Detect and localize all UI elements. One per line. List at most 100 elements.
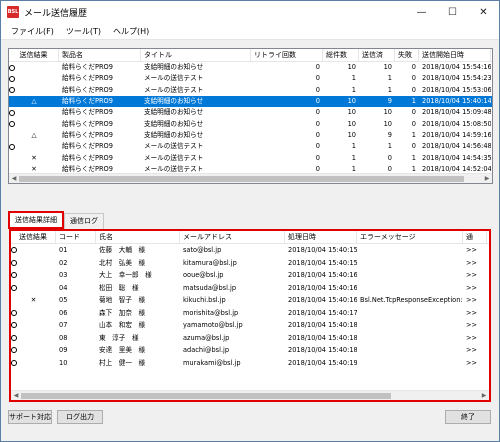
history-cell-product: 給料らくだPRO9 [62, 108, 113, 117]
history-cell-title: 支給明細のお知らせ [144, 130, 204, 139]
history-cell-title: 支給明細のお知らせ [144, 119, 204, 128]
history-cell-total: 10 [347, 130, 356, 139]
scroll-left-icon[interactable]: ◀ [9, 174, 19, 184]
detail-cell-name: 佐藤 大輔 様 [99, 246, 146, 255]
scroll-thumb[interactable] [21, 392, 391, 399]
cross-icon: ✕ [30, 296, 37, 305]
history-col-header[interactable]: リトライ回数 [251, 49, 323, 62]
history-row[interactable]: △ 給料らくだPRO9 支給明細のお知らせ 0 10 9 1 2018/10/04 15:40… [9, 95, 492, 108]
maximize-button[interactable]: ☐ [437, 1, 468, 23]
detail-cell-more[interactable]: >> [463, 357, 487, 369]
tab-send-result-detail[interactable]: 送信結果詳細 [8, 211, 64, 229]
detail-row[interactable]: 07 山本 和宏 様 yamamoto@bsl.jp 2018/10/04 15:40… [11, 319, 489, 332]
detail-row[interactable]: 02 北村 弘美 様 kitamura@bsl.jp 2018/10/04 15:40… [11, 257, 489, 270]
detail-row[interactable]: 03 大上 幸一郎 様 ooue@bsl.jp 2018/10/04 15:40:16… [11, 269, 489, 282]
history-col-header[interactable]: 失敗 [395, 49, 419, 62]
detail-row[interactable]: 08 東 淳子 様 azuma@bsl.jp 2018/10/04 15:40:18 >… [11, 332, 489, 345]
detail-cell-time: 2018/10/04 15:40:19 [288, 358, 357, 367]
history-cell-retry: 0 [315, 97, 320, 106]
history-row[interactable]: 給料らくだPRO9 支給明細のお知らせ 0 10 10 0 2018/10/04 15:09… [9, 107, 492, 118]
circle-icon [9, 121, 59, 128]
detail-cell-name: 村上 健一 様 [99, 358, 146, 367]
minimize-button[interactable]: — [406, 1, 437, 23]
detail-row[interactable]: 06 森下 加奈 様 morishita@bsl.jp 2018/10/04 15:4… [11, 307, 489, 320]
detail-row[interactable]: 10 村上 健一 様 murakami@bsl.jp 2018/10/04 15:40… [11, 357, 489, 370]
detail-row[interactable]: 09 安達 里美 様 adachi@bsl.jp 2018/10/04 15:40:1… [11, 344, 489, 357]
detail-cell-more[interactable]: >> [463, 319, 487, 331]
history-row[interactable]: 給料らくだPRO9 支給明細のお知らせ 0 10 10 0 2018/10/04 15:08… [9, 118, 492, 129]
history-cell-title: メールの送信テスト [144, 74, 204, 83]
scroll-right-icon[interactable]: ▶ [482, 174, 492, 184]
close-button[interactable]: 終了 [445, 410, 491, 424]
history-cell-title: 支給明細のお知らせ [144, 97, 204, 106]
history-cell-sent: 9 [387, 130, 392, 139]
detail-cell-name: 菊地 智子 様 [99, 296, 146, 305]
history-cell-product: 給料らくだPRO9 [62, 130, 113, 139]
detail-cell-name: 東 淳子 様 [99, 333, 139, 342]
detail-cell-more[interactable]: >> [463, 344, 487, 356]
history-col-header[interactable]: 総件数 [323, 49, 359, 62]
detail-col-header[interactable]: コード [56, 231, 96, 244]
history-cell-total: 10 [347, 119, 356, 128]
scroll-left-icon[interactable]: ◀ [11, 391, 21, 401]
detail-row[interactable]: ✕ 05 菊地 智子 様 kikuchi.bsl.jp 2018/10/04 15:40… [11, 294, 489, 307]
history-col-header[interactable]: 製品名 [59, 49, 141, 62]
detail-cell-more[interactable]: >> [463, 257, 487, 269]
history-col-header[interactable]: 送信済 [359, 49, 395, 62]
detail-col-header[interactable]: 通 [463, 231, 487, 244]
detail-cell-more[interactable]: >> [463, 244, 487, 256]
history-cell-fail: 0 [411, 74, 416, 83]
history-cell-title: メールの送信テスト [144, 142, 204, 151]
history-col-header[interactable]: 送信開始日時 [419, 49, 491, 62]
history-row[interactable]: ✕ 給料らくだPRO9 メールの送信テスト 0 1 0 1 2018/10/04 14:54:… [9, 152, 492, 163]
detail-cell-more[interactable]: >> [463, 332, 487, 344]
history-cell-total: 10 [347, 97, 356, 106]
detail-cell-more[interactable]: >> [463, 307, 487, 319]
window-title: メール送信履歴 [24, 8, 88, 19]
history-cell-fail: 1 [411, 97, 416, 106]
history-cell-product: 給料らくだPRO9 [62, 63, 113, 72]
detail-cell-time: 2018/10/04 15:40:16 [288, 271, 357, 280]
detail-hscrollbar[interactable]: ◀ ▶ [11, 390, 489, 400]
detail-cell-more[interactable]: >> [463, 282, 487, 294]
history-cell-total: 1 [351, 153, 356, 162]
detail-cell-email: kikuchi.bsl.jp [183, 296, 226, 305]
detail-cell-name: 松田 聡 様 [99, 283, 139, 292]
history-cell-retry: 0 [315, 63, 320, 72]
cross-icon: ✕ [31, 153, 37, 162]
detail-cell-code: 05 [59, 296, 68, 305]
history-col-header[interactable]: 送信結果 [9, 49, 59, 62]
menu-help[interactable]: ヘルプ(H) [107, 26, 155, 37]
detail-col-header[interactable]: 処理日時 [285, 231, 357, 244]
detail-row[interactable]: 01 佐藤 大輔 様 sato@bsl.jp 2018/10/04 15:40:15 >… [11, 244, 489, 257]
detail-row[interactable]: 04 松田 聡 様 matsuda@bsl.jp 2018/10/04 15:40:1… [11, 282, 489, 295]
detail-cell-time: 2018/10/04 15:40:18 [288, 333, 357, 342]
detail-cell-name: 北村 弘美 様 [99, 258, 146, 267]
log-output-button[interactable]: ログ出力 [57, 410, 103, 424]
history-col-header[interactable]: タイトル [141, 49, 251, 62]
history-row[interactable]: 給料らくだPRO9 支給明細のお知らせ 0 10 10 0 2018/10/04 15:54… [9, 62, 492, 73]
scroll-right-icon[interactable]: ▶ [479, 391, 489, 401]
history-row[interactable]: 給料らくだPRO9 メールの送信テスト 0 1 1 0 2018/10/04 15:54:2… [9, 73, 492, 84]
history-cell-fail: 0 [411, 108, 416, 117]
history-hscrollbar[interactable]: ◀ ▶ [9, 173, 492, 183]
detail-cell-more[interactable]: >> [463, 294, 487, 306]
history-row[interactable]: △ 給料らくだPRO9 支給明細のお知らせ 0 10 9 1 2018/10/04 14:59… [9, 130, 492, 141]
detail-cell-time: 2018/10/04 15:40:15 [288, 246, 357, 255]
scroll-thumb[interactable] [19, 175, 464, 182]
detail-cell-name: 山本 和宏 様 [99, 321, 146, 330]
detail-cell-more[interactable]: >> [463, 269, 487, 281]
history-row[interactable]: 給料らくだPRO9 メールの送信テスト 0 1 1 0 2018/10/04 14:56:4… [9, 141, 492, 152]
close-window-button[interactable]: ✕ [468, 1, 499, 23]
history-cell-title: メールの送信テスト [144, 153, 204, 162]
menu-tools[interactable]: ツール(T) [60, 26, 107, 37]
menu-file[interactable]: ファイル(F) [5, 26, 60, 37]
history-row[interactable]: 給料らくだPRO9 メールの送信テスト 0 1 1 0 2018/10/04 15:53:0… [9, 85, 492, 96]
detail-col-header[interactable]: エラーメッセージ [357, 231, 463, 244]
support-button[interactable]: サポート対応 [8, 410, 52, 424]
detail-col-header[interactable]: メールアドレス [180, 231, 285, 244]
detail-col-header[interactable]: 氏名 [96, 231, 180, 244]
detail-cell-code: 07 [59, 321, 68, 330]
tab-comm-log[interactable]: 通信ログ [64, 213, 104, 229]
detail-col-header[interactable]: 送信結果 [11, 231, 56, 244]
